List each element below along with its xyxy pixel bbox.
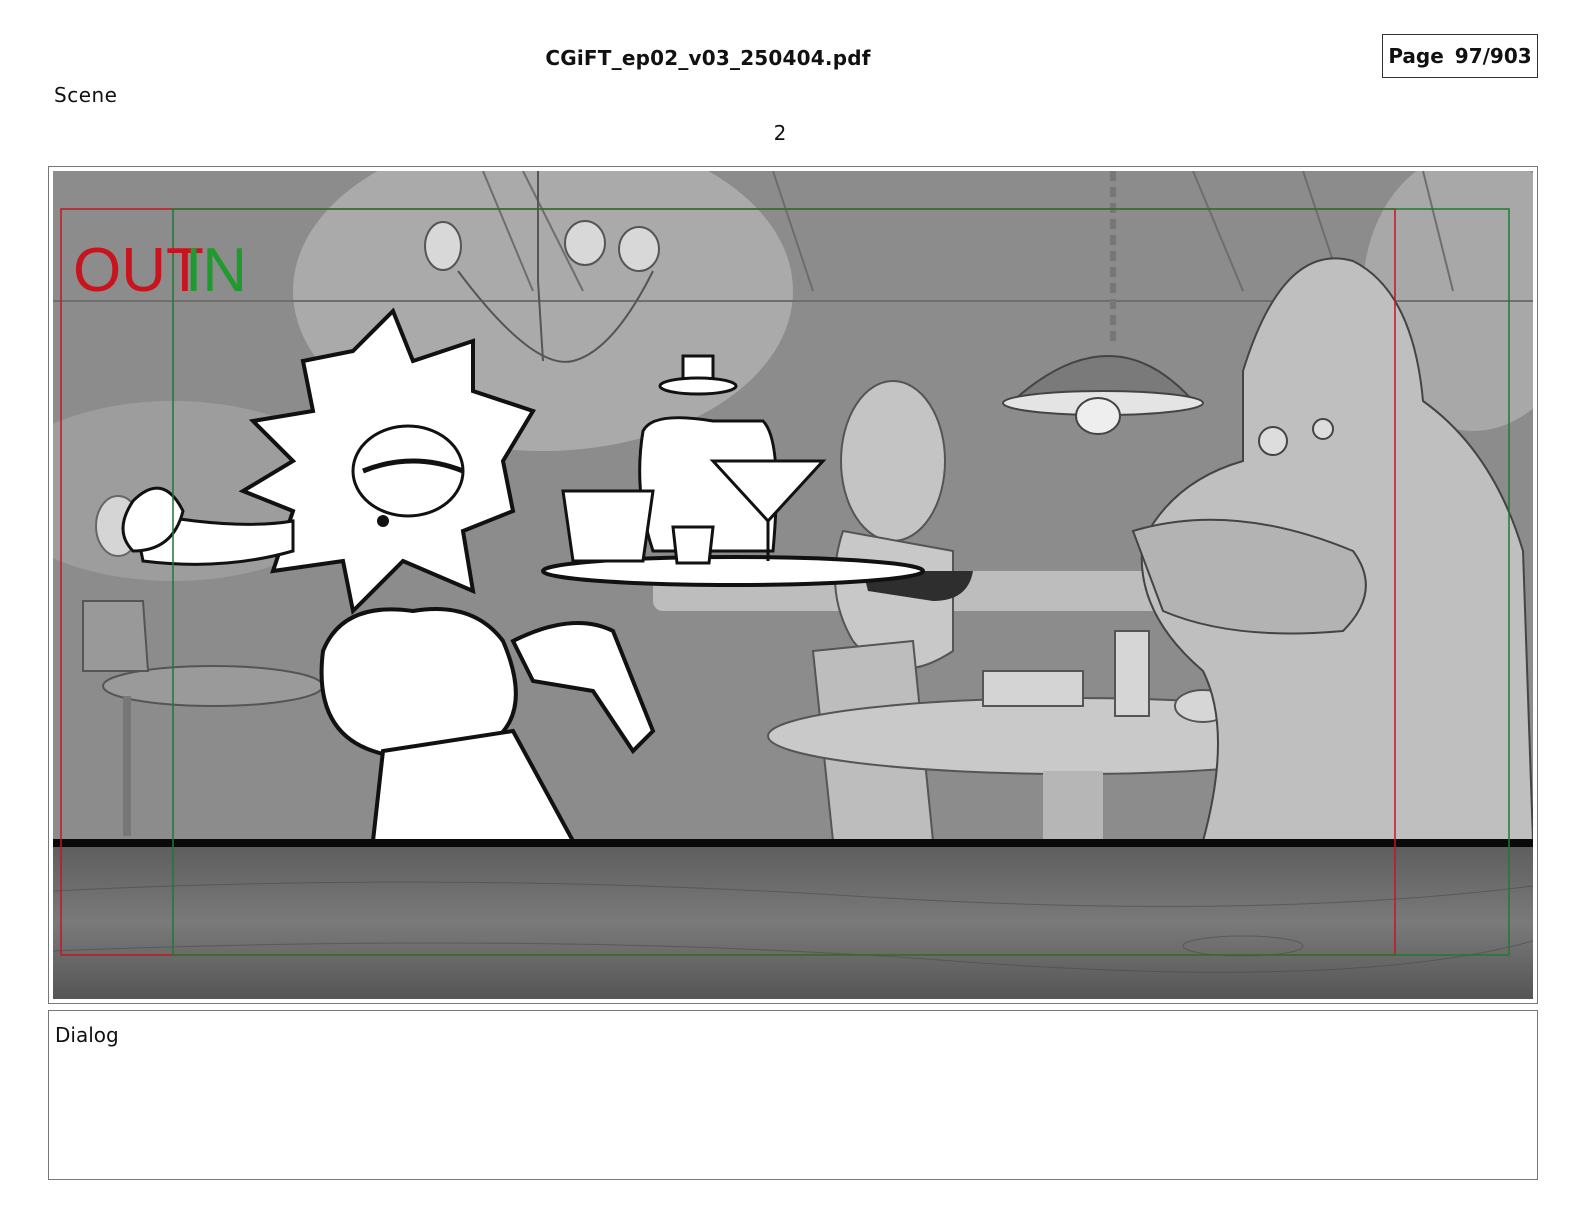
- bar-counter-wood: [53, 847, 1533, 999]
- page-counter: Page 97/903: [1382, 34, 1538, 78]
- scene-label: Scene: [54, 83, 118, 107]
- document-title: CGiFT_ep02_v03_250404.pdf: [545, 46, 871, 70]
- page-label: Page: [1388, 44, 1444, 68]
- storyboard-drawing: OUT IN: [53, 171, 1533, 999]
- bar-counter-edge: [53, 839, 1533, 847]
- storyboard-panel: OUT IN: [48, 166, 1538, 1004]
- scene-number: 2: [773, 121, 787, 145]
- dialog-label: Dialog: [55, 1023, 119, 1047]
- dialog-box: Dialog: [48, 1010, 1538, 1180]
- page-number: 97/903: [1454, 44, 1532, 68]
- in-marker: IN: [185, 236, 247, 305]
